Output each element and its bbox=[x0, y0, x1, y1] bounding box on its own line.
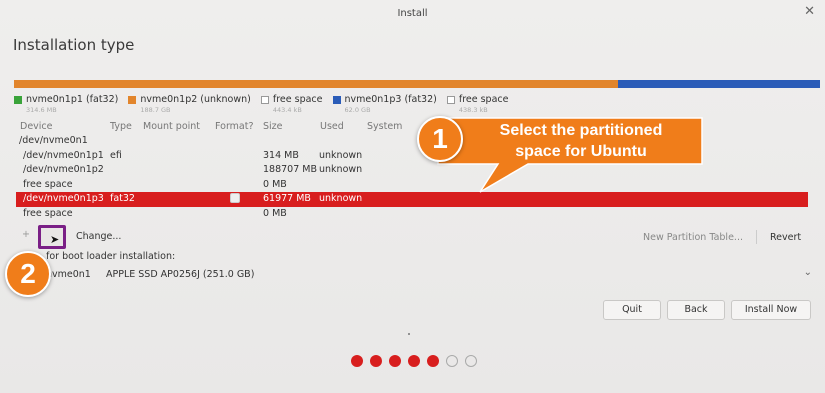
column-header-format[interactable]: Format? bbox=[215, 121, 254, 132]
boot-loader-label: for boot loader installation: bbox=[46, 251, 176, 262]
legend-label: nvme0n1p2 (unknown) bbox=[140, 94, 251, 105]
step-badge-2: 2 bbox=[5, 251, 51, 297]
progress-dots bbox=[351, 355, 477, 367]
callout-text: Select the partitioned space for Ubuntu bbox=[463, 120, 699, 162]
legend-item: nvme0n1p2 (unknown) 188.7 GB bbox=[128, 94, 251, 114]
cell-size: 61977 MB bbox=[263, 193, 311, 204]
back-button[interactable]: Back bbox=[667, 300, 725, 320]
boot-device: nvme0n1 bbox=[46, 269, 91, 280]
new-partition-table-button[interactable]: New Partition Table... bbox=[643, 232, 743, 243]
legend-size: 438.3 kB bbox=[458, 106, 488, 114]
cell-used: unknown bbox=[319, 164, 363, 175]
partition-controls: + ➤ Change... New Partition Table... Rev… bbox=[0, 225, 825, 249]
boot-loader-select[interactable]: nvme0n1 APPLE SSD AP0256J (251.0 GB) ⌄ bbox=[46, 267, 812, 285]
column-header-type[interactable]: Type bbox=[110, 121, 132, 132]
change-button[interactable]: Change... bbox=[76, 231, 121, 242]
partition-usage-bar bbox=[14, 80, 820, 88]
partition-legend: nvme0n1p1 (fat32) 314.6 MB nvme0n1p2 (un… bbox=[14, 94, 508, 114]
cell-device: free space bbox=[23, 178, 73, 190]
callout-text-line: space for Ubuntu bbox=[515, 143, 647, 160]
column-header-size[interactable]: Size bbox=[263, 121, 283, 132]
cell-type: fat32 bbox=[110, 193, 135, 204]
page-title: Installation type bbox=[13, 36, 135, 54]
green-swatch-icon bbox=[14, 95, 22, 104]
cell-device: /dev/nvme0n1p2 bbox=[23, 164, 104, 175]
bar-segment-nvme0n1p3 bbox=[618, 80, 820, 88]
progress-dot bbox=[408, 355, 420, 367]
legend-size: 314.6 MB bbox=[26, 106, 57, 114]
cell-device: free space bbox=[23, 207, 73, 219]
cell-used: unknown bbox=[319, 193, 363, 204]
close-icon[interactable]: ✕ bbox=[804, 2, 815, 22]
progress-dot bbox=[389, 355, 401, 367]
installer-window: Install ✕ Installation type nvme0n1p1 (f… bbox=[0, 0, 825, 393]
cell-used: unknown bbox=[319, 149, 363, 161]
install-now-button[interactable]: Install Now bbox=[731, 300, 811, 320]
chevron-down-icon: ⌄ bbox=[803, 267, 812, 278]
bar-segment-nvme0n1p2 bbox=[14, 80, 618, 88]
window-title: Install bbox=[397, 8, 428, 19]
format-checkbox[interactable] bbox=[230, 193, 240, 203]
cell-device: /dev/nvme0n1p3 bbox=[23, 193, 104, 204]
legend-item: free space 443.4 kB bbox=[260, 94, 323, 114]
table-row[interactable]: free space 0 MB bbox=[16, 207, 808, 222]
legend-size: 62.0 GB bbox=[344, 106, 371, 114]
blue-swatch-icon bbox=[332, 95, 341, 104]
legend-label: nvme0n1p3 (fat32) bbox=[344, 94, 437, 105]
divider bbox=[756, 230, 757, 244]
column-header-system[interactable]: System bbox=[367, 121, 402, 132]
cell-size: 314 MB bbox=[263, 149, 299, 161]
column-header-device[interactable]: Device bbox=[20, 121, 53, 132]
cell-size: 0 MB bbox=[263, 207, 287, 219]
boot-device-description: APPLE SSD AP0256J (251.0 GB) bbox=[106, 269, 255, 280]
progress-dot bbox=[351, 355, 363, 367]
callout-text-line: Select the partitioned bbox=[499, 122, 663, 139]
legend-size: 443.4 kB bbox=[272, 106, 302, 114]
title-bar: Install ✕ bbox=[0, 0, 825, 28]
cell-type: efi bbox=[110, 149, 122, 161]
progress-dot bbox=[427, 355, 439, 367]
progress-dot bbox=[446, 355, 458, 367]
white-swatch-icon bbox=[260, 95, 269, 104]
legend-item: free space 438.3 kB bbox=[446, 94, 509, 114]
legend-label: free space bbox=[458, 94, 509, 105]
legend-item: nvme0n1p1 (fat32) 314.6 MB bbox=[14, 94, 118, 114]
quit-button[interactable]: Quit bbox=[603, 300, 661, 320]
legend-item: nvme0n1p3 (fat32) 62.0 GB bbox=[332, 94, 437, 114]
cell-device: /dev/nvme0n1p1 bbox=[23, 149, 104, 161]
revert-button[interactable]: Revert bbox=[770, 232, 801, 243]
column-header-used[interactable]: Used bbox=[320, 121, 344, 132]
progress-dot bbox=[370, 355, 382, 367]
cell-size: 188707 MB bbox=[263, 164, 317, 175]
white-swatch-icon bbox=[446, 95, 455, 104]
step-badge-1: 1 bbox=[417, 116, 463, 162]
legend-size: 188.7 GB bbox=[140, 106, 171, 114]
cell-size: 0 MB bbox=[263, 178, 287, 190]
orange-swatch-icon bbox=[128, 95, 137, 104]
legend-label: free space bbox=[272, 94, 323, 105]
progress-dot bbox=[465, 355, 477, 367]
decorative-dot bbox=[408, 333, 410, 335]
add-partition-button[interactable]: + bbox=[22, 229, 30, 240]
mouse-cursor-icon: ➤ bbox=[50, 233, 60, 246]
column-header-mount-point[interactable]: Mount point bbox=[143, 121, 200, 132]
cell-device: /dev/nvme0n1 bbox=[19, 135, 88, 146]
remove-partition-button[interactable]: ➤ bbox=[38, 225, 66, 249]
legend-label: nvme0n1p1 (fat32) bbox=[26, 94, 119, 105]
